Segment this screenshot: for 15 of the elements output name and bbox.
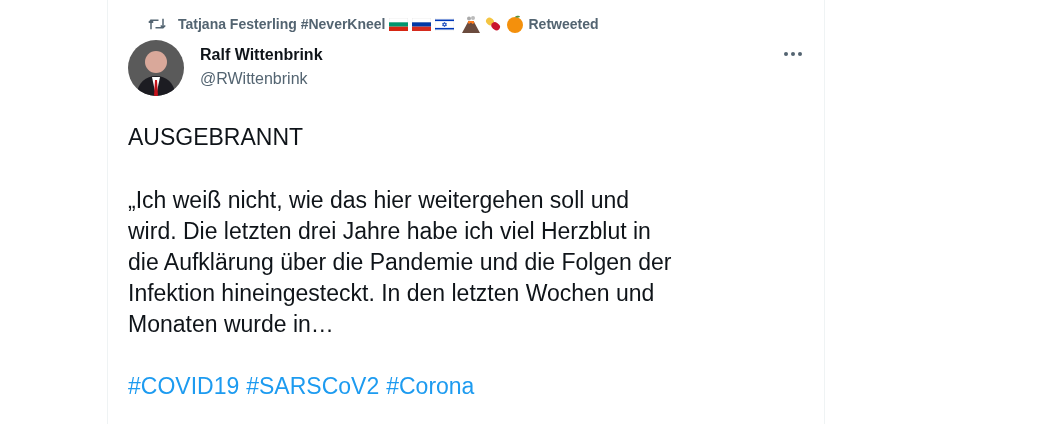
author-name[interactable]: Ralf Wittenbrink [200, 46, 323, 64]
author-handle[interactable]: @RWittenbrink [200, 70, 323, 88]
retweeter-name[interactable]: Tatjana Festerling #NeverKneel [178, 16, 386, 32]
flag-icon [435, 17, 455, 31]
pill-icon [484, 15, 503, 33]
retweeted-label: Retweeted [528, 16, 599, 32]
avatar[interactable] [128, 40, 184, 96]
more-icon[interactable] [784, 52, 802, 56]
fruit-icon [506, 15, 525, 33]
retweet-icon [148, 16, 166, 32]
flag-icon [412, 17, 432, 31]
volcano-icon [462, 15, 481, 33]
tweet-headline: AUSGEBRANNT [128, 123, 305, 152]
tweet-text: „Ich weiß nicht, wie das hier weitergehen soll und wird. Die letzten drei Jahre habe ich viel Herzblut in die Aufklärung über die Pandemie und die Folgen der Infektion hineingesteckt. In den letzten Wochen und Monaten wurde in… [128, 186, 673, 339]
flag-icon [389, 17, 409, 31]
